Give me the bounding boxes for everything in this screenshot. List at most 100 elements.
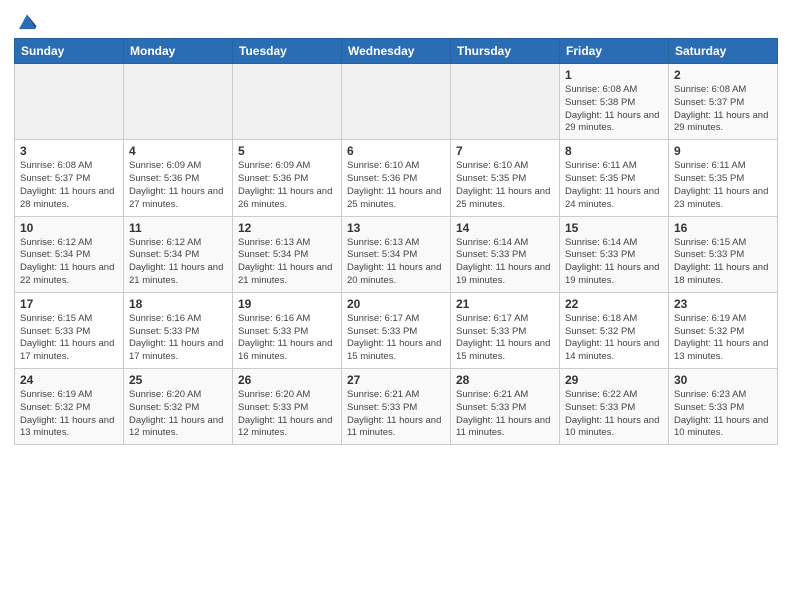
day-info: Sunrise: 6:08 AMSunset: 5:38 PMDaylight:… [565,84,663,135]
calendar-cell: 7Sunrise: 6:10 AMSunset: 5:35 PMDaylight… [451,140,560,216]
calendar-week-row: 3 Sunrise: 6:08 AMSunset: 5:37 PMDaylight… [15,140,778,216]
day-number: 14 [456,221,554,235]
day-number: 3 [20,144,118,158]
calendar-cell [451,64,560,140]
page: SundayMondayTuesdayWednesdayThursdayFrid… [0,0,792,459]
calendar-cell: 10 Sunrise: 6:12 AMSunset: 5:34 PMDayligh… [15,216,124,292]
weekday-header: Wednesday [342,39,451,64]
day-info: Sunrise: 6:20 AMSunset: 5:32 PMDaylight:… [129,389,227,440]
day-info: Sunrise: 6:16 AMSunset: 5:33 PMDaylight:… [238,313,336,364]
day-number: 17 [20,297,118,311]
day-number: 19 [238,297,336,311]
day-info: Sunrise: 6:08 AMSunset: 5:37 PMDaylight:… [20,160,118,211]
day-info: Sunrise: 6:11 AMSunset: 5:35 PMDaylight:… [565,160,663,211]
day-number: 10 [20,221,118,235]
day-number: 6 [347,144,445,158]
day-info: Sunrise: 6:18 AMSunset: 5:32 PMDaylight:… [565,313,663,364]
day-number: 8 [565,144,663,158]
day-info: Sunrise: 6:17 AMSunset: 5:33 PMDaylight:… [347,313,445,364]
day-info: Sunrise: 6:09 AMSunset: 5:36 PMDaylight:… [238,160,336,211]
day-number: 11 [129,221,227,235]
calendar-header-row: SundayMondayTuesdayWednesdayThursdayFrid… [15,39,778,64]
day-info: Sunrise: 6:12 AMSunset: 5:34 PMDaylight:… [20,237,118,288]
day-info: Sunrise: 6:10 AMSunset: 5:35 PMDaylight:… [456,160,554,211]
logo-icon [16,10,38,32]
calendar-cell: 1Sunrise: 6:08 AMSunset: 5:38 PMDaylight… [560,64,669,140]
day-info: Sunrise: 6:20 AMSunset: 5:33 PMDaylight:… [238,389,336,440]
calendar-cell: 16Sunrise: 6:15 AMSunset: 5:33 PMDayligh… [669,216,778,292]
weekday-header: Sunday [15,39,124,64]
calendar-cell: 28 Sunrise: 6:21 AMSunset: 5:33 PMDayligh… [451,369,560,445]
calendar-cell: 29 Sunrise: 6:22 AMSunset: 5:33 PMDayligh… [560,369,669,445]
calendar-cell: 15Sunrise: 6:14 AMSunset: 5:33 PMDayligh… [560,216,669,292]
day-number: 13 [347,221,445,235]
calendar-cell: 14 Sunrise: 6:14 AMSunset: 5:33 PMDayligh… [451,216,560,292]
calendar-cell: 11 Sunrise: 6:12 AMSunset: 5:34 PMDayligh… [124,216,233,292]
day-number: 29 [565,373,663,387]
calendar-week-row: 24 Sunrise: 6:19 AMSunset: 5:32 PMDayligh… [15,369,778,445]
calendar-cell: 12 Sunrise: 6:13 AMSunset: 5:34 PMDayligh… [233,216,342,292]
day-number: 21 [456,297,554,311]
day-number: 9 [674,144,772,158]
calendar-cell: 4 Sunrise: 6:09 AMSunset: 5:36 PMDaylight… [124,140,233,216]
day-info: Sunrise: 6:17 AMSunset: 5:33 PMDaylight:… [456,313,554,364]
day-info: Sunrise: 6:19 AMSunset: 5:32 PMDaylight:… [20,389,118,440]
calendar-cell [15,64,124,140]
day-number: 24 [20,373,118,387]
weekday-header: Friday [560,39,669,64]
day-info: Sunrise: 6:13 AMSunset: 5:34 PMDaylight:… [238,237,336,288]
calendar-cell: 26 Sunrise: 6:20 AMSunset: 5:33 PMDayligh… [233,369,342,445]
weekday-header: Saturday [669,39,778,64]
day-info: Sunrise: 6:21 AMSunset: 5:33 PMDaylight:… [347,389,445,440]
day-number: 12 [238,221,336,235]
calendar-cell [124,64,233,140]
day-info: Sunrise: 6:23 AMSunset: 5:33 PMDaylight:… [674,389,772,440]
day-info: Sunrise: 6:11 AMSunset: 5:35 PMDaylight:… [674,160,772,211]
calendar-cell: 20 Sunrise: 6:17 AMSunset: 5:33 PMDayligh… [342,292,451,368]
calendar-week-row: 17 Sunrise: 6:15 AMSunset: 5:33 PMDayligh… [15,292,778,368]
calendar-cell: 27 Sunrise: 6:21 AMSunset: 5:33 PMDayligh… [342,369,451,445]
day-number: 30 [674,373,772,387]
day-number: 27 [347,373,445,387]
header [14,10,778,32]
day-number: 26 [238,373,336,387]
calendar-cell: 13 Sunrise: 6:13 AMSunset: 5:34 PMDayligh… [342,216,451,292]
day-info: Sunrise: 6:16 AMSunset: 5:33 PMDaylight:… [129,313,227,364]
day-number: 28 [456,373,554,387]
day-number: 20 [347,297,445,311]
day-info: Sunrise: 6:14 AMSunset: 5:33 PMDaylight:… [456,237,554,288]
calendar-week-row: 10 Sunrise: 6:12 AMSunset: 5:34 PMDayligh… [15,216,778,292]
calendar-cell: 24 Sunrise: 6:19 AMSunset: 5:32 PMDayligh… [15,369,124,445]
day-number: 23 [674,297,772,311]
day-info: Sunrise: 6:14 AMSunset: 5:33 PMDaylight:… [565,237,663,288]
calendar-cell [342,64,451,140]
weekday-header: Thursday [451,39,560,64]
day-info: Sunrise: 6:15 AMSunset: 5:33 PMDaylight:… [20,313,118,364]
calendar-cell: 9 Sunrise: 6:11 AMSunset: 5:35 PMDaylight… [669,140,778,216]
day-info: Sunrise: 6:22 AMSunset: 5:33 PMDaylight:… [565,389,663,440]
calendar-cell: 2 Sunrise: 6:08 AMSunset: 5:37 PMDaylight… [669,64,778,140]
day-number: 18 [129,297,227,311]
day-number: 4 [129,144,227,158]
day-info: Sunrise: 6:09 AMSunset: 5:36 PMDaylight:… [129,160,227,211]
day-number: 22 [565,297,663,311]
calendar-cell: 19 Sunrise: 6:16 AMSunset: 5:33 PMDayligh… [233,292,342,368]
calendar-cell: 17 Sunrise: 6:15 AMSunset: 5:33 PMDayligh… [15,292,124,368]
day-info: Sunrise: 6:21 AMSunset: 5:33 PMDaylight:… [456,389,554,440]
day-info: Sunrise: 6:19 AMSunset: 5:32 PMDaylight:… [674,313,772,364]
weekday-header: Monday [124,39,233,64]
day-info: Sunrise: 6:13 AMSunset: 5:34 PMDaylight:… [347,237,445,288]
day-number: 25 [129,373,227,387]
weekday-header: Tuesday [233,39,342,64]
day-info: Sunrise: 6:08 AMSunset: 5:37 PMDaylight:… [674,84,772,135]
day-info: Sunrise: 6:15 AMSunset: 5:33 PMDaylight:… [674,237,772,288]
calendar-cell: 21 Sunrise: 6:17 AMSunset: 5:33 PMDayligh… [451,292,560,368]
calendar-week-row: 1Sunrise: 6:08 AMSunset: 5:38 PMDaylight… [15,64,778,140]
day-info: Sunrise: 6:12 AMSunset: 5:34 PMDaylight:… [129,237,227,288]
calendar-cell: 3 Sunrise: 6:08 AMSunset: 5:37 PMDaylight… [15,140,124,216]
day-number: 2 [674,68,772,82]
calendar-cell: 8 Sunrise: 6:11 AMSunset: 5:35 PMDaylight… [560,140,669,216]
calendar-cell: 22 Sunrise: 6:18 AMSunset: 5:32 PMDayligh… [560,292,669,368]
calendar-cell: 5Sunrise: 6:09 AMSunset: 5:36 PMDaylight… [233,140,342,216]
calendar-cell: 25 Sunrise: 6:20 AMSunset: 5:32 PMDayligh… [124,369,233,445]
